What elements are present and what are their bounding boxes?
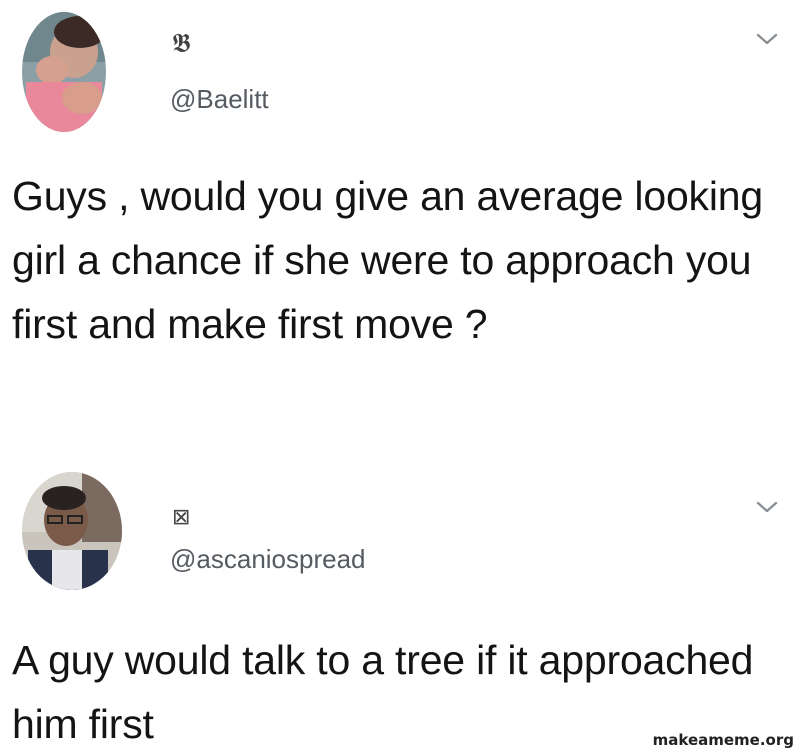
chevron-down-icon[interactable] xyxy=(752,28,782,50)
display-name: 𝕭 xyxy=(172,28,191,58)
avatar[interactable] xyxy=(22,472,122,590)
display-name: ⊠ xyxy=(172,504,191,529)
avatar-photo xyxy=(22,12,106,132)
watermark: makeameme.org xyxy=(644,730,800,752)
user-handle[interactable]: @Baelitt xyxy=(170,86,269,112)
avatar[interactable] xyxy=(22,12,106,132)
tweet-text: Guys , would you give an average looking… xyxy=(12,173,763,347)
avatar-photo xyxy=(22,472,122,590)
tweet: ⊠ @ascaniospread A guy would talk to a t… xyxy=(0,460,800,752)
chevron-down-icon[interactable] xyxy=(752,496,782,518)
user-handle[interactable]: @ascaniospread xyxy=(170,546,366,572)
tweet: 𝕭 @Baelitt Guys , would you give an aver… xyxy=(0,0,800,460)
